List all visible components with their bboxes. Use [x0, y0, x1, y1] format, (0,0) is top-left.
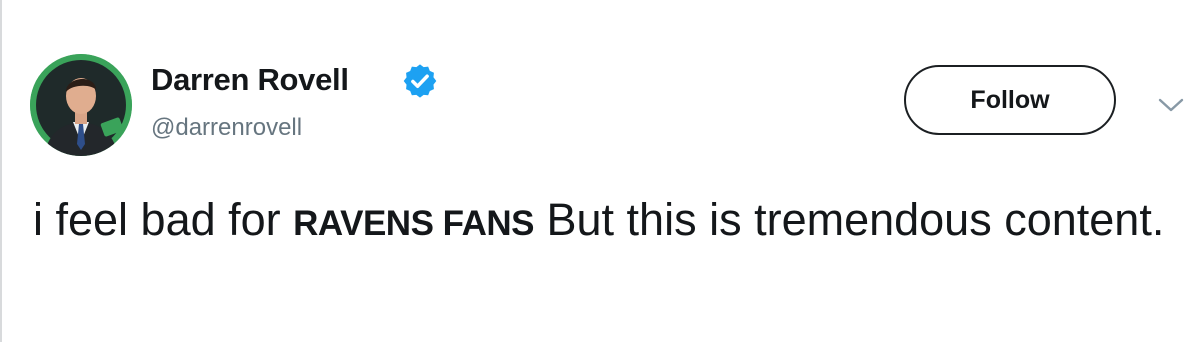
profile-photo-icon — [30, 54, 132, 156]
tweet-text-part1: i feel bad for — [33, 194, 294, 245]
left-border — [0, 0, 2, 342]
tweet-text: i feel bad for RAVENS FANS But this is t… — [33, 188, 1173, 255]
avatar[interactable] — [30, 54, 132, 156]
chevron-down-icon[interactable] — [1156, 94, 1186, 116]
username[interactable]: @darrenrovell — [151, 114, 302, 142]
tweet-text-emphasis: RAVENS FANS — [293, 204, 534, 243]
follow-button[interactable]: Follow — [904, 65, 1116, 135]
tweet-text-part2: But this is tremendous content. — [534, 194, 1165, 245]
display-name[interactable]: Darren Rovell — [151, 62, 349, 98]
verified-badge-icon — [403, 64, 437, 98]
